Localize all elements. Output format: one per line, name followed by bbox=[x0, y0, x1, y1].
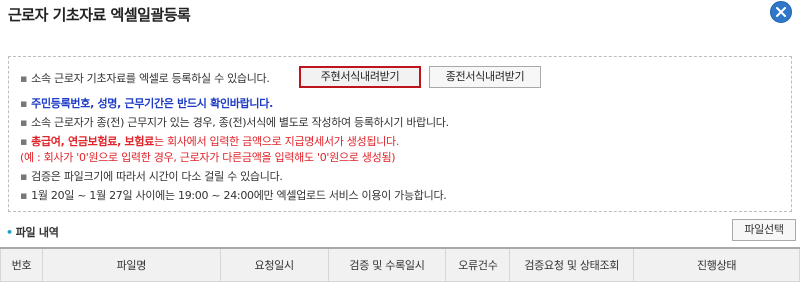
file-history-table: 번호 파일명 요청일시 검증 및 수록일시 오류건수 검증요청 및 상태조회 진… bbox=[0, 247, 800, 282]
file-history-title: • 파일 내역 bbox=[6, 224, 59, 240]
notice-box: ▪ 소속 근로자 기초자료를 엑셀로 등록하실 수 있습니다. 주현서식내려받기 … bbox=[8, 56, 792, 212]
notice-text: 주민등록번호, 성명, 근무기간은 반드시 확인바랍니다. bbox=[31, 97, 273, 110]
notice-line-verify: ▪ 주민등록번호, 성명, 근무기간은 반드시 확인바랍니다. bbox=[20, 95, 273, 111]
previous-form-download-button[interactable]: 종전서식내려받기 bbox=[429, 66, 541, 88]
close-button[interactable] bbox=[770, 1, 792, 23]
bullet-icon: ▪ bbox=[20, 116, 28, 129]
notice-text: 1월 20일 ~ 1월 27일 사이에는 19:00 ~ 24:00에만 엑셀업… bbox=[31, 189, 447, 202]
notice-line-previous-workplace: ▪ 소속 근로자가 종(전) 근무지가 있는 경우, 종(전)서식에 별도로 작성… bbox=[20, 114, 449, 130]
bullet-icon: ▪ bbox=[20, 72, 28, 85]
column-header-progress[interactable]: 진행상태 bbox=[633, 247, 800, 282]
notice-line-file-size: ▪ 검증은 파일크기에 따라서 시간이 다소 걸릴 수 있습니다. bbox=[20, 168, 283, 184]
bullet-icon: ▪ bbox=[20, 97, 28, 110]
column-header-status-query[interactable]: 검증요청 및 상태조회 bbox=[509, 247, 635, 282]
column-header-number[interactable]: 번호 bbox=[0, 247, 43, 282]
column-header-file-name[interactable]: 파일명 bbox=[41, 247, 221, 282]
notice-line-register: ▪ 소속 근로자 기초자료를 엑셀로 등록하실 수 있습니다. bbox=[20, 70, 270, 86]
notice-text-bold: 총급여, 연금보험료, 보험료 bbox=[31, 135, 154, 148]
notice-line-example: (예 : 회사가 '0'원으로 입력한 경우, 근로자가 다른금액을 입력해도 … bbox=[20, 151, 396, 164]
close-icon bbox=[776, 7, 786, 17]
column-header-error-count[interactable]: 오류건수 bbox=[445, 247, 511, 282]
bullet-icon: ▪ bbox=[20, 170, 28, 183]
column-header-verify-time[interactable]: 검증 및 수록일시 bbox=[327, 247, 447, 282]
notice-text: 검증은 파일크기에 따라서 시간이 다소 걸릴 수 있습니다. bbox=[31, 170, 283, 183]
file-select-button[interactable]: 파일선택 bbox=[732, 219, 796, 241]
current-form-download-button[interactable]: 주현서식내려받기 bbox=[299, 66, 421, 88]
notice-text: 소속 근로자 기초자료를 엑셀로 등록하실 수 있습니다. bbox=[31, 72, 270, 85]
notice-text: 는 회사에서 입력한 금액으로 지급명세서가 생성됩니다. bbox=[154, 135, 400, 148]
section-title-text: 파일 내역 bbox=[15, 226, 59, 239]
notice-line-salary: ▪ 총급여, 연금보험료, 보험료는 회사에서 입력한 금액으로 지급명세서가 생… bbox=[20, 133, 399, 149]
bullet-icon: ▪ bbox=[20, 189, 28, 202]
column-header-request-time[interactable]: 요청일시 bbox=[219, 247, 329, 282]
notice-line-upload-hours: ▪ 1월 20일 ~ 1월 27일 사이에는 19:00 ~ 24:00에만 엑셀… bbox=[20, 187, 447, 203]
page-title: 근로자 기초자료 엑셀일괄등록 bbox=[8, 6, 191, 24]
bullet-icon: ▪ bbox=[20, 135, 28, 148]
bullet-icon: • bbox=[6, 226, 13, 239]
notice-text: 소속 근로자가 종(전) 근무지가 있는 경우, 종(전)서식에 별도로 작성하… bbox=[31, 116, 449, 129]
table-header-row: 번호 파일명 요청일시 검증 및 수록일시 오류건수 검증요청 및 상태조회 진… bbox=[0, 247, 800, 282]
